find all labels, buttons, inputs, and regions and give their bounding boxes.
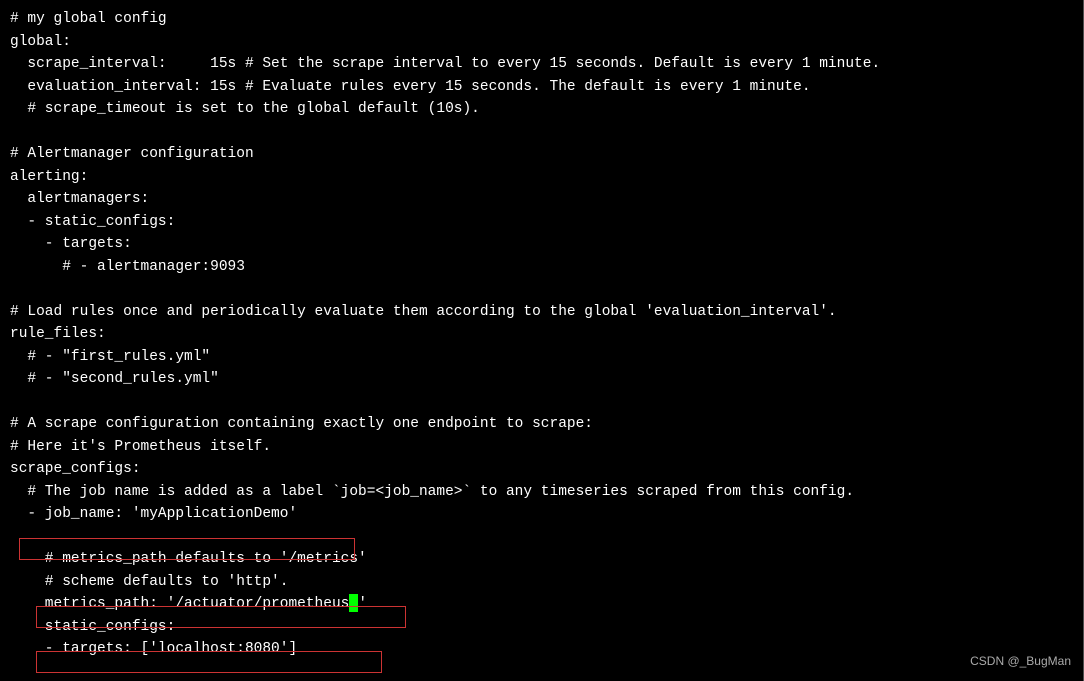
code-line: # Load rules once and periodically evalu… [10, 301, 1073, 324]
code-line: scrape_configs: [10, 458, 1073, 481]
code-line: # - "second_rules.yml" [10, 368, 1073, 391]
code-text: ' [358, 596, 367, 612]
code-line: # The job name is added as a label `job=… [10, 481, 1073, 504]
code-text: metrics_path: '/actuator/prometheus [10, 596, 349, 612]
code-line: # scheme defaults to 'http'. [10, 571, 1073, 594]
code-line [10, 121, 1073, 144]
code-line: global: [10, 31, 1073, 54]
code-line [10, 391, 1073, 414]
code-line [10, 278, 1073, 301]
cursor-icon [349, 594, 358, 612]
code-line: # - "first_rules.yml" [10, 346, 1073, 369]
code-line: static_configs: [10, 616, 1073, 639]
code-line: # Here it's Prometheus itself. [10, 436, 1073, 459]
cursor-line[interactable]: metrics_path: '/actuator/prometheus ' [10, 593, 1073, 616]
code-line: scrape_interval: 15s # Set the scrape in… [10, 53, 1073, 76]
code-line: - static_configs: [10, 211, 1073, 234]
code-line: # Alertmanager configuration [10, 143, 1073, 166]
code-line: alertmanagers: [10, 188, 1073, 211]
code-line: # scrape_timeout is set to the global de… [10, 98, 1073, 121]
code-line: # A scrape configuration containing exac… [10, 413, 1073, 436]
code-line: evaluation_interval: 15s # Evaluate rule… [10, 76, 1073, 99]
code-line: - job_name: 'myApplicationDemo' [10, 503, 1073, 526]
code-line: - targets: [10, 233, 1073, 256]
code-line [10, 526, 1073, 549]
code-line: - targets: ['localhost:8080'] [10, 638, 1073, 661]
code-line: alerting: [10, 166, 1073, 189]
watermark-text: CSDN @_BugMan [970, 652, 1071, 671]
code-line: # metrics_path defaults to '/metrics' [10, 548, 1073, 571]
code-line: # my global config [10, 8, 1073, 31]
code-line: # - alertmanager:9093 [10, 256, 1073, 279]
code-line: rule_files: [10, 323, 1073, 346]
